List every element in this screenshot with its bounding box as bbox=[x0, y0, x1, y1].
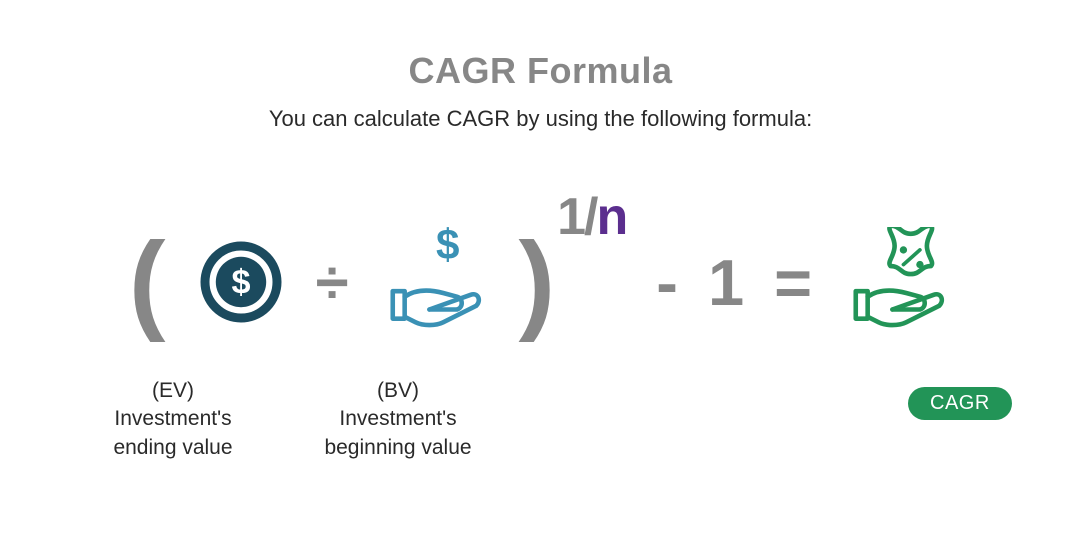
equals-operator: = bbox=[774, 245, 812, 320]
label-bv: (BV) Investment's beginning value bbox=[298, 377, 498, 462]
hand-percent-icon bbox=[842, 227, 952, 337]
diagram-root: CAGR Formula You can calculate CAGR by u… bbox=[0, 0, 1081, 552]
labels-row: (EV) Investment's ending value (BV) Inve… bbox=[0, 377, 1081, 497]
close-paren-exp-group: ) 1/n bbox=[519, 227, 627, 337]
minus-operator: - bbox=[656, 245, 678, 320]
page-subtitle: You can calculate CAGR by using the foll… bbox=[269, 106, 812, 132]
label-bv-short: (BV) bbox=[298, 377, 498, 405]
formula-row: ( $ ÷ $ ) 1/n - 1 = bbox=[0, 227, 1081, 337]
exponent-one-over: 1/ bbox=[557, 188, 596, 246]
cagr-badge: CAGR bbox=[908, 387, 1012, 420]
open-paren: ( bbox=[129, 227, 166, 337]
hand-dollar-icon: $ bbox=[379, 227, 489, 337]
label-ev-line1: Investment's bbox=[83, 405, 263, 433]
label-bv-line1: Investment's bbox=[298, 405, 498, 433]
label-bv-line2: beginning value bbox=[298, 434, 498, 462]
page-title: CAGR Formula bbox=[408, 50, 672, 92]
exponent-n: n bbox=[597, 188, 627, 246]
label-ev-short: (EV) bbox=[83, 377, 263, 405]
svg-text:$: $ bbox=[231, 264, 250, 302]
exponent: 1/n bbox=[557, 187, 626, 247]
svg-text:$: $ bbox=[436, 227, 459, 268]
close-paren: ) bbox=[519, 227, 556, 337]
label-ev: (EV) Investment's ending value bbox=[83, 377, 263, 462]
constant-one: 1 bbox=[708, 245, 744, 320]
dollar-coin-icon: $ bbox=[196, 237, 286, 327]
divide-operator: ÷ bbox=[316, 248, 349, 317]
label-ev-line2: ending value bbox=[83, 434, 263, 462]
